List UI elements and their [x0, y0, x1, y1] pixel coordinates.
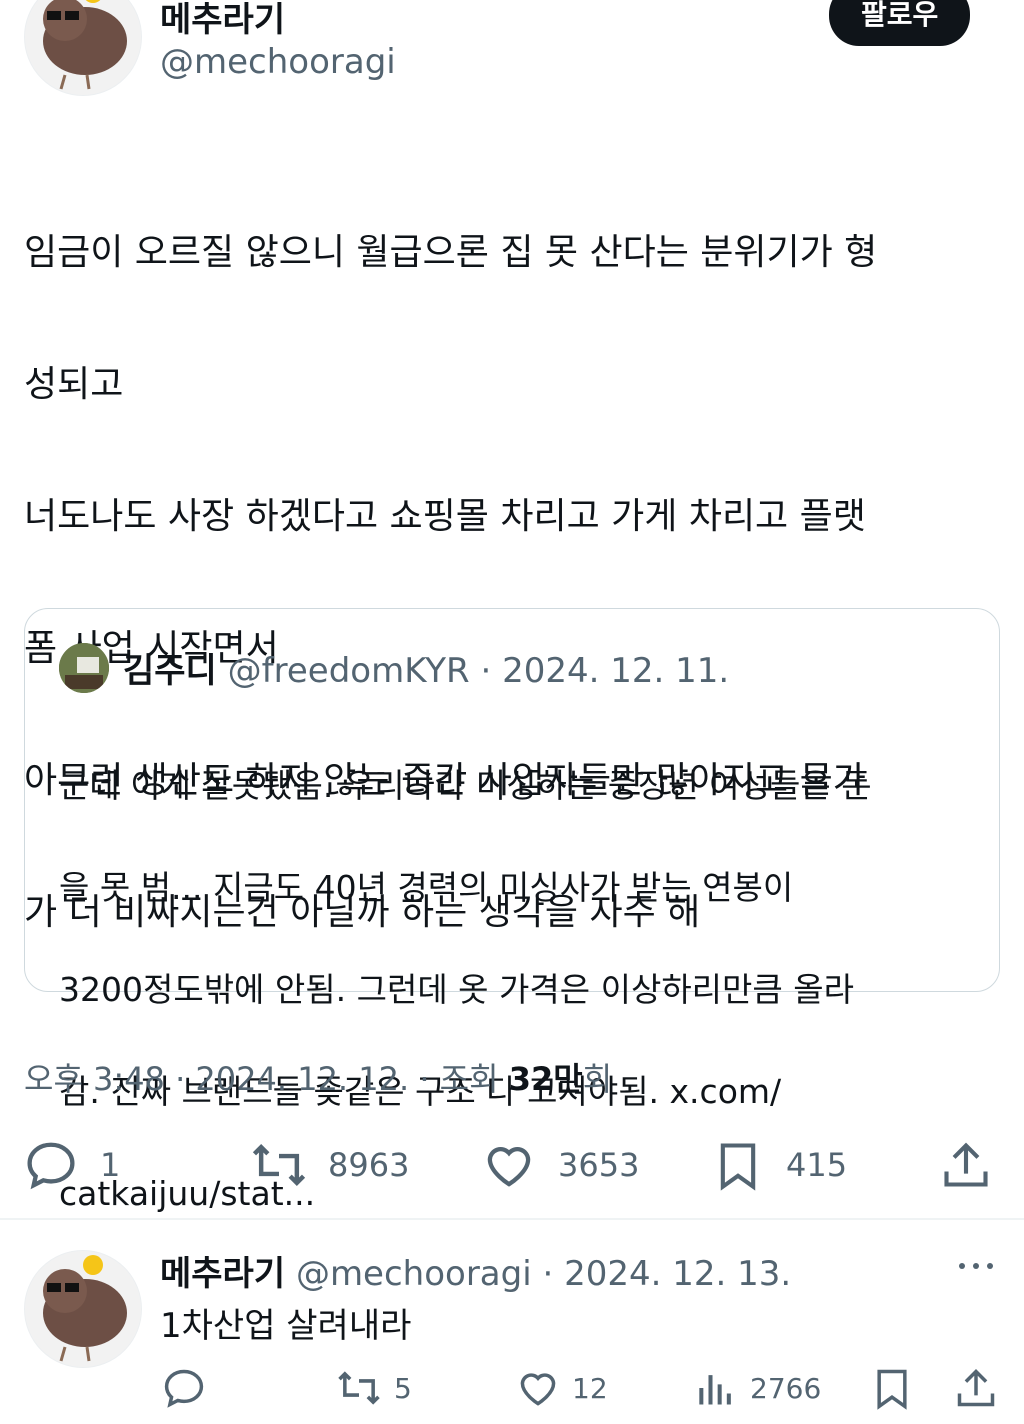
quoted-author-avatar[interactable] — [59, 643, 109, 693]
like-icon — [520, 1373, 556, 1406]
repost-icon — [252, 1143, 306, 1187]
reply-views-button[interactable]: 2766 — [694, 1366, 821, 1410]
quail-avatar-image — [43, 0, 127, 90]
quoted-tweet-card[interactable]: 김주디 @freedomKYR · 2024. 12. 11. 근데 이게 잘못… — [24, 608, 1000, 1213]
reply-author-handle[interactable]: @mechooragi — [296, 1254, 532, 1294]
follow-button[interactable]: 팔로우 — [829, 0, 971, 46]
quoted-author-name[interactable]: 김주디 — [123, 651, 217, 691]
tweet-line: 임금이 오르질 않으니 월급으론 집 못 산다는 분위기가 형 — [24, 232, 878, 273]
reply-repost-button[interactable]: 5 — [336, 1366, 412, 1410]
quoted-line: 을 못 범... 지금도 40년 경력의 미싱사가 받는 연봉이 — [59, 868, 794, 907]
tweet-line: 성되고 — [24, 364, 124, 405]
views-icon — [699, 1375, 731, 1405]
more-button[interactable] — [956, 1254, 996, 1282]
author-handle[interactable]: @mechooragi — [160, 42, 396, 82]
tweet-meta: 오후 3:48 · 2024. 12. 12. · 조회 32만회 — [24, 1054, 612, 1100]
author-avatar[interactable] — [24, 0, 142, 96]
like-count: 3653 — [558, 1146, 640, 1184]
quoted-tweet-date[interactable]: · 2024. 12. 11. — [481, 651, 730, 691]
quoted-tweet-header: 김주디 @freedomKYR · 2024. 12. 11. — [123, 643, 729, 692]
reply-reply-button[interactable] — [162, 1366, 218, 1410]
reply-like-button[interactable]: 12 — [516, 1366, 608, 1410]
bookmark-count: 415 — [786, 1146, 848, 1184]
quoted-line: 근데 이게 잘못됐음. 우리나라 미싱하는 중장년 여성들은 돈 — [59, 766, 872, 805]
reply-date[interactable]: · 2024. 12. 13. — [542, 1254, 791, 1294]
reply-author-avatar[interactable] — [24, 1250, 142, 1368]
quoted-avatar-image — [59, 643, 109, 693]
reply-icon — [164, 1369, 204, 1408]
more-icon — [959, 1263, 993, 1269]
view-count: 32만 — [508, 1060, 583, 1098]
bookmark-button[interactable]: 415 — [712, 1138, 847, 1192]
share-icon — [957, 1369, 995, 1407]
quail-avatar-image — [43, 1255, 127, 1362]
reply-text: 1차산업 살려내라 — [160, 1306, 412, 1346]
tweet-line: 너도나도 사장 하겠다고 쇼핑몰 차리고 가게 차리고 플랫 — [24, 496, 866, 537]
bookmark-icon — [720, 1143, 756, 1191]
reply-icon — [27, 1142, 75, 1190]
reply-author-name[interactable]: 메추라기 — [160, 1254, 285, 1294]
repost-icon — [338, 1371, 380, 1405]
view-count-suffix: 회 — [582, 1060, 613, 1098]
repost-button[interactable]: 8963 — [250, 1138, 409, 1192]
like-icon — [487, 1147, 531, 1187]
reply-bookmark-button[interactable] — [870, 1366, 914, 1410]
reply-button[interactable]: 1 — [24, 1138, 120, 1192]
quoted-line: 3200정도밖에 안됨. 그런데 옷 가격은 이상하리만큼 올라 — [59, 970, 854, 1009]
bookmark-icon — [877, 1369, 907, 1410]
reply-share-button[interactable] — [954, 1366, 998, 1410]
divider — [0, 1218, 1024, 1220]
reply-repost-count: 5 — [394, 1371, 412, 1405]
reply-like-count: 12 — [572, 1371, 608, 1405]
share-button[interactable] — [940, 1138, 992, 1192]
share-icon — [944, 1142, 988, 1187]
reply-header: 메추라기 @mechooragi · 2024. 12. 13. — [160, 1246, 791, 1295]
quoted-author-handle[interactable]: @freedomKYR — [228, 651, 470, 691]
tweet-timestamp[interactable]: 오후 3:48 · 2024. 12. 12. · 조회 — [24, 1060, 509, 1098]
reply-view-count: 2766 — [750, 1371, 822, 1405]
like-button[interactable]: 3653 — [482, 1138, 639, 1192]
author-name[interactable]: 메추라기 — [160, 0, 285, 41]
reply-count: 1 — [100, 1146, 121, 1184]
repost-count: 8963 — [328, 1146, 410, 1184]
